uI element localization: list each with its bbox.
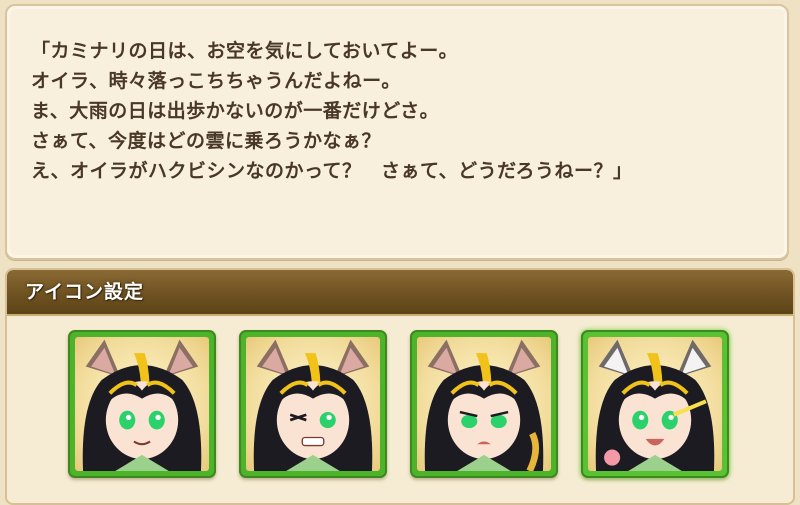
section-title: アイコン設定 <box>25 281 145 303</box>
icon-option-1[interactable] <box>68 330 216 478</box>
section-header: アイコン設定 <box>7 270 793 316</box>
character-portrait-excited <box>588 337 722 471</box>
character-face-icon <box>595 339 715 471</box>
character-portrait-smile <box>75 337 209 471</box>
character-face-icon <box>82 339 202 471</box>
dialog-panel: 「カミナリの日は、お空を気にしておいてよー。 オイラ、時々落っこちちゃうんだよね… <box>5 4 789 260</box>
character-face-icon <box>424 339 544 471</box>
icon-settings-section: アイコン設定 <box>5 268 795 505</box>
icon-option-3[interactable] <box>410 330 558 478</box>
dialog-text: 「カミナリの日は、お空を気にしておいてよー。 オイラ、時々落っこちちゃうんだよね… <box>31 36 632 186</box>
icon-option-4[interactable] <box>581 330 729 478</box>
dialog-line: 「カミナリの日は、お空を気にしておいてよー。 <box>31 40 459 62</box>
character-portrait-worried <box>417 337 551 471</box>
dialog-line: さぁて、今度はどの雲に乗ろうかなぁ？ <box>31 130 382 152</box>
character-face-icon <box>253 339 373 471</box>
dialog-line: オイラ、時々落っこちちゃうんだよねー。 <box>31 70 401 92</box>
dialog-line: ま、大雨の日は出歩かないのが一番だけどさ。 <box>31 100 440 122</box>
character-portrait-wink <box>246 337 380 471</box>
icon-option-2[interactable] <box>239 330 387 478</box>
dialog-line: え、オイラがハクビシンなのかって？ さぁて、どうだろうねー？」 <box>31 160 633 182</box>
